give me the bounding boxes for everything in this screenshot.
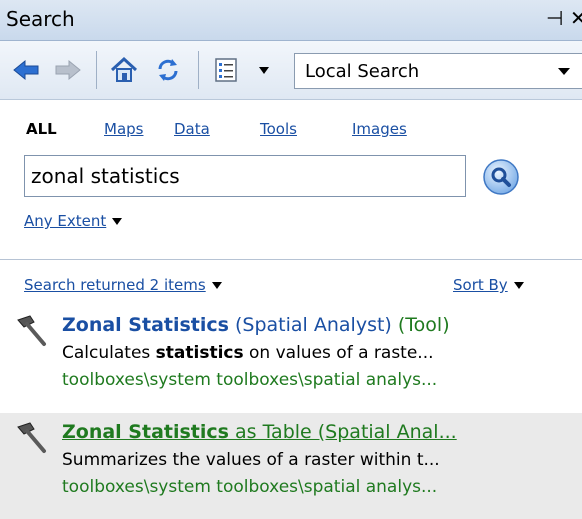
hammer-icon [12,314,52,350]
toolbar: Local Search [0,41,582,100]
sort-by-label: Sort By [453,276,508,294]
sort-by-dropdown[interactable]: Sort By [453,276,524,294]
window-title: Search [6,7,75,31]
chevron-down-icon [112,218,123,225]
result-desc-text: Calculates [62,343,156,363]
chevron-down-icon [211,282,222,289]
tab-data[interactable]: Data [174,120,210,138]
result-title-rest: (Spatial Analyst) [228,314,398,336]
tab-tools[interactable]: Tools [260,120,297,138]
search-query: zonal statistics [31,164,180,188]
title-bar: Search ⊣ ✕ [0,0,582,41]
search-button[interactable] [482,158,520,196]
results-count-label: Search returned 2 items [24,276,206,294]
result-title[interactable]: Zonal Statistics as Table (Spatial Anal.… [62,421,457,443]
extent-label: Any Extent [24,212,107,230]
forward-arrow-icon[interactable] [50,53,86,87]
tab-all[interactable]: ALL [26,120,57,138]
result-title-bold: Zonal Statistics [62,421,229,443]
result-path: toolboxes\system toolboxes\spatial analy… [62,370,438,390]
toolbar-separator [96,51,97,89]
result-path: toolboxes\system toolboxes\spatial analy… [62,477,438,497]
result-desc-highlight: statistics [155,343,244,363]
results-count[interactable]: Search returned 2 items [24,276,222,294]
toolbar-separator [198,51,199,89]
chevron-down-icon [558,68,570,75]
tab-maps[interactable]: Maps [104,120,143,138]
back-arrow-icon[interactable] [8,53,44,87]
search-input[interactable]: zonal statistics [24,155,466,197]
result-title-rest: as Table (Spatial Anal... [228,421,457,443]
home-icon[interactable] [106,53,142,87]
result-description: Summarizes the values of a raster within… [62,450,440,470]
search-location-value: Local Search [305,61,420,82]
result-type: (Tool) [397,314,450,336]
magnifier-icon [483,159,519,195]
pin-icon[interactable]: ⊣ [546,6,563,30]
result-title-bold: Zonal Statistics [62,314,229,336]
result-description: Calculates statistics on values of a ras… [62,343,434,363]
result-desc-text: on values of a raste... [243,343,434,363]
close-icon[interactable]: ✕ [570,6,582,30]
list-item[interactable]: Zonal Statistics (Spatial Analyst) (Tool… [0,306,582,406]
hammer-icon [12,421,52,457]
list-item[interactable]: Zonal Statistics as Table (Spatial Anal.… [0,413,582,519]
tab-images[interactable]: Images [352,120,407,138]
refresh-icon[interactable] [150,53,186,87]
chevron-down-icon [513,282,524,289]
result-title[interactable]: Zonal Statistics (Spatial Analyst) (Tool… [62,314,450,336]
chevron-down-icon[interactable] [254,53,274,87]
search-location-dropdown[interactable]: Local Search [294,53,582,89]
extent-dropdown[interactable]: Any Extent [24,212,123,230]
divider [0,259,582,260]
list-options-icon[interactable] [208,53,244,87]
